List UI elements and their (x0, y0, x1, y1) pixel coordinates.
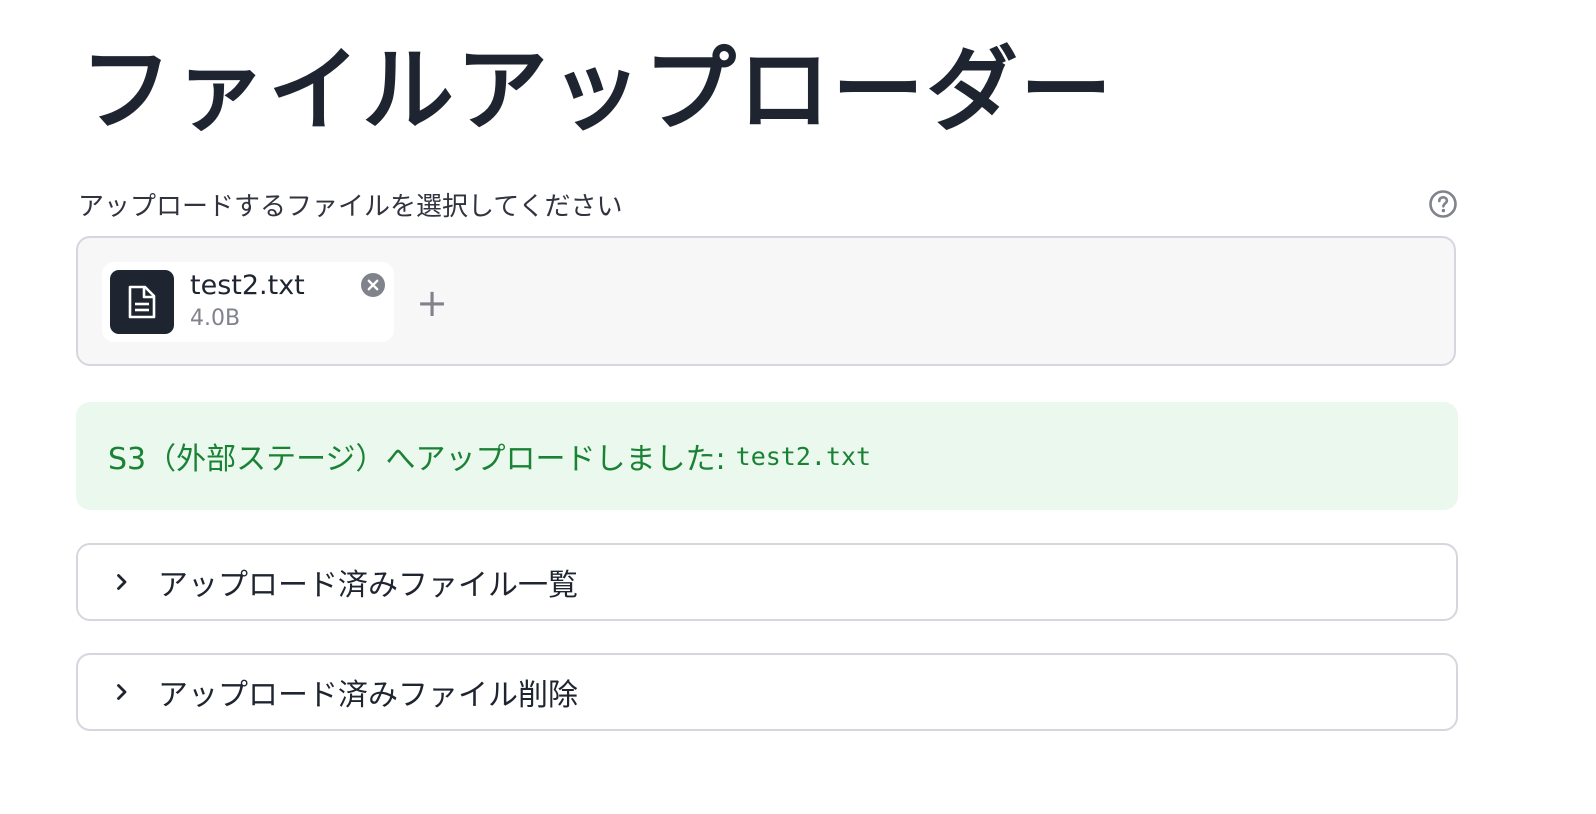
uploader-label: アップロードするファイルを選択してください (78, 192, 623, 222)
chevron-right-icon (117, 684, 127, 700)
file-name: test2.txt (190, 270, 305, 301)
document-icon (128, 285, 156, 319)
file-dropzone[interactable]: test2.txt 4.0B + (76, 236, 1456, 366)
file-size: 4.0B (190, 306, 241, 331)
add-file-button[interactable]: + (414, 278, 450, 328)
uploaded-file-card: test2.txt 4.0B (102, 262, 394, 342)
close-circle-icon[interactable] (360, 272, 386, 298)
expander-delete-uploaded-files[interactable]: アップロード済みファイル削除 (76, 653, 1458, 731)
expander-label: アップロード済みファイル一覧 (158, 568, 578, 603)
page-title: ファイルアップローダー (80, 37, 1115, 144)
question-circle-icon[interactable] (1428, 189, 1458, 219)
expander-label: アップロード済みファイル削除 (158, 678, 578, 713)
chevron-right-icon (117, 574, 127, 590)
expander-uploaded-files-list[interactable]: アップロード済みファイル一覧 (76, 543, 1458, 621)
success-alert: S3（外部ステージ）へアップロードしました: test2.txt (76, 402, 1458, 510)
alert-message: S3（外部ステージ）へアップロードしました: (108, 442, 726, 477)
file-icon-box (110, 270, 174, 334)
alert-filename: test2.txt (735, 441, 872, 471)
